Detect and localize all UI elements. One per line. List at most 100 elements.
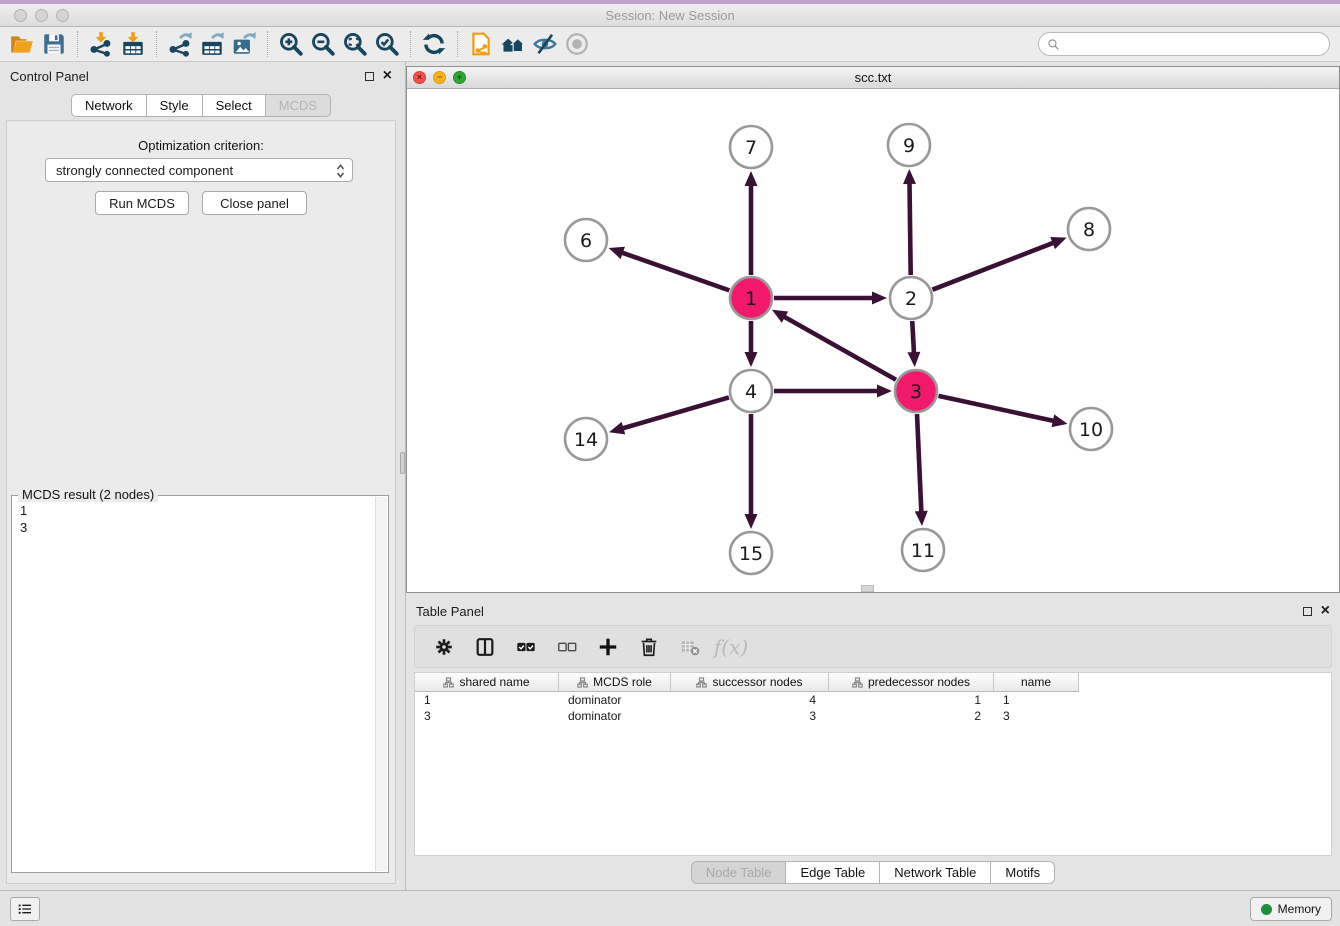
- sort-hierarchy-icon: [443, 677, 454, 688]
- edge-1-6[interactable]: [617, 251, 729, 290]
- float-panel-icon[interactable]: [365, 72, 374, 81]
- edge-4-14[interactable]: [618, 397, 729, 429]
- node-label-15: 15: [739, 543, 763, 565]
- node-label-14: 14: [574, 429, 598, 451]
- tab-network-table[interactable]: Network Table: [880, 861, 991, 884]
- open-session-icon: [9, 31, 35, 57]
- edge-3-1[interactable]: [780, 314, 896, 380]
- delete-column-button[interactable]: [634, 632, 664, 662]
- table-options-button[interactable]: [429, 632, 459, 662]
- close-panel-icon[interactable]: ×: [383, 71, 392, 81]
- table-cell[interactable]: 3: [415, 709, 559, 723]
- add-column-button[interactable]: [593, 632, 623, 662]
- sort-hierarchy-icon: [852, 677, 863, 688]
- export-table-button[interactable]: [196, 29, 228, 59]
- first-neighbors-button[interactable]: [497, 29, 529, 59]
- import-table-button[interactable]: [117, 29, 149, 59]
- column-header-label: predecessor nodes: [868, 675, 970, 689]
- table-row[interactable]: 1dominator411: [415, 692, 1331, 708]
- table-cell[interactable]: dominator: [559, 709, 671, 723]
- memory-button-label: Memory: [1278, 902, 1321, 916]
- hide-selected-button[interactable]: [529, 29, 561, 59]
- zoom-selected-button[interactable]: [371, 29, 403, 59]
- column-header-predecessor-nodes[interactable]: predecessor nodes: [829, 673, 994, 692]
- save-session-button[interactable]: [38, 29, 70, 59]
- table-cell[interactable]: 1: [829, 693, 994, 707]
- edge-3-10[interactable]: [938, 396, 1058, 422]
- zoom-in-button[interactable]: [275, 29, 307, 59]
- column-header-MCDS-role[interactable]: MCDS role: [559, 673, 671, 692]
- node-label-11: 11: [911, 540, 935, 562]
- import-network-button[interactable]: [85, 29, 117, 59]
- float-table-panel-icon[interactable]: [1303, 607, 1312, 616]
- close-panel-button[interactable]: Close panel: [202, 191, 307, 215]
- tab-select[interactable]: Select: [203, 94, 266, 117]
- edge-2-8[interactable]: [932, 241, 1058, 290]
- column-header-name[interactable]: name: [994, 673, 1079, 692]
- deselect-all-button[interactable]: [552, 632, 582, 662]
- export-image-button[interactable]: [228, 29, 260, 59]
- minimize-window-button[interactable]: [35, 9, 48, 22]
- zoom-out-button[interactable]: [307, 29, 339, 59]
- table-panel-header: Table Panel ×: [406, 597, 1340, 625]
- edge-arrowhead-2-9: [903, 169, 916, 184]
- network-close-button[interactable]: ×: [413, 71, 426, 84]
- export-network-button[interactable]: [164, 29, 196, 59]
- control-panel-title: Control Panel: [10, 69, 89, 84]
- memory-button[interactable]: Memory: [1250, 897, 1332, 921]
- select-all-button[interactable]: [511, 632, 541, 662]
- network-window-titlebar[interactable]: × − + scc.txt: [407, 67, 1339, 89]
- first-neighbors-icon: [500, 31, 526, 57]
- table-cell[interactable]: 2: [829, 709, 994, 723]
- edge-2-9[interactable]: [909, 178, 910, 275]
- column-header-successor-nodes[interactable]: successor nodes: [671, 673, 829, 692]
- tab-mcds: MCDS: [266, 94, 331, 117]
- close-table-panel-icon[interactable]: ×: [1321, 606, 1330, 616]
- toolbar-separator: [267, 31, 268, 57]
- show-hide-columns-button[interactable]: [470, 632, 500, 662]
- mcds-result-title: MCDS result (2 nodes): [18, 487, 158, 502]
- tab-edge-table[interactable]: Edge Table: [786, 861, 880, 884]
- mcds-result-scrollbar[interactable]: [375, 497, 387, 871]
- table-cell[interactable]: dominator: [559, 693, 671, 707]
- criterion-dropdown[interactable]: strongly connected component: [45, 158, 353, 182]
- tab-network[interactable]: Network: [71, 94, 147, 117]
- new-network-from-selection-button[interactable]: [465, 29, 497, 59]
- search-input[interactable]: [1065, 37, 1321, 52]
- export-table-icon: [199, 31, 225, 57]
- table-row[interactable]: 3dominator323: [415, 708, 1331, 724]
- mcds-result-list[interactable]: 13: [12, 498, 35, 540]
- toolbar-group: [465, 29, 593, 59]
- edge-arrowhead-3-11: [915, 511, 928, 526]
- refresh-view-button[interactable]: [418, 29, 450, 59]
- splitter-handle[interactable]: [400, 452, 405, 474]
- network-minimize-button[interactable]: −: [433, 71, 446, 84]
- table-options-icon: [433, 636, 455, 658]
- table-cell[interactable]: 1: [415, 693, 559, 707]
- control-panel-header: Control Panel ×: [0, 62, 402, 90]
- import-network-icon: [88, 31, 114, 57]
- table-cell[interactable]: 3: [994, 709, 1079, 723]
- table-cell[interactable]: 4: [671, 693, 829, 707]
- toolbar-button-groups: [6, 29, 593, 59]
- tab-style[interactable]: Style: [147, 94, 203, 117]
- network-maximize-button[interactable]: +: [453, 71, 466, 84]
- zoom-window-button[interactable]: [56, 9, 69, 22]
- table-cell[interactable]: 3: [671, 709, 829, 723]
- edge-3-11[interactable]: [917, 414, 922, 517]
- table-cell[interactable]: 1: [994, 693, 1079, 707]
- search-field[interactable]: [1038, 32, 1330, 56]
- task-history-button[interactable]: [10, 897, 40, 921]
- close-window-button[interactable]: [14, 9, 27, 22]
- delete-table-button: [675, 632, 705, 662]
- network-table-splitter-handle[interactable]: [861, 585, 874, 592]
- column-header-shared-name[interactable]: shared name: [415, 673, 559, 692]
- tab-motifs[interactable]: Motifs: [991, 861, 1055, 884]
- zoom-fit-button[interactable]: [339, 29, 371, 59]
- open-session-button[interactable]: [6, 29, 38, 59]
- run-mcds-button[interactable]: Run MCDS: [95, 191, 189, 215]
- status-bar: Memory: [0, 890, 1340, 926]
- network-canvas[interactable]: 7968124314101511: [407, 89, 1339, 592]
- refresh-view-icon: [421, 31, 447, 57]
- table-toolbar: f(x): [414, 625, 1332, 668]
